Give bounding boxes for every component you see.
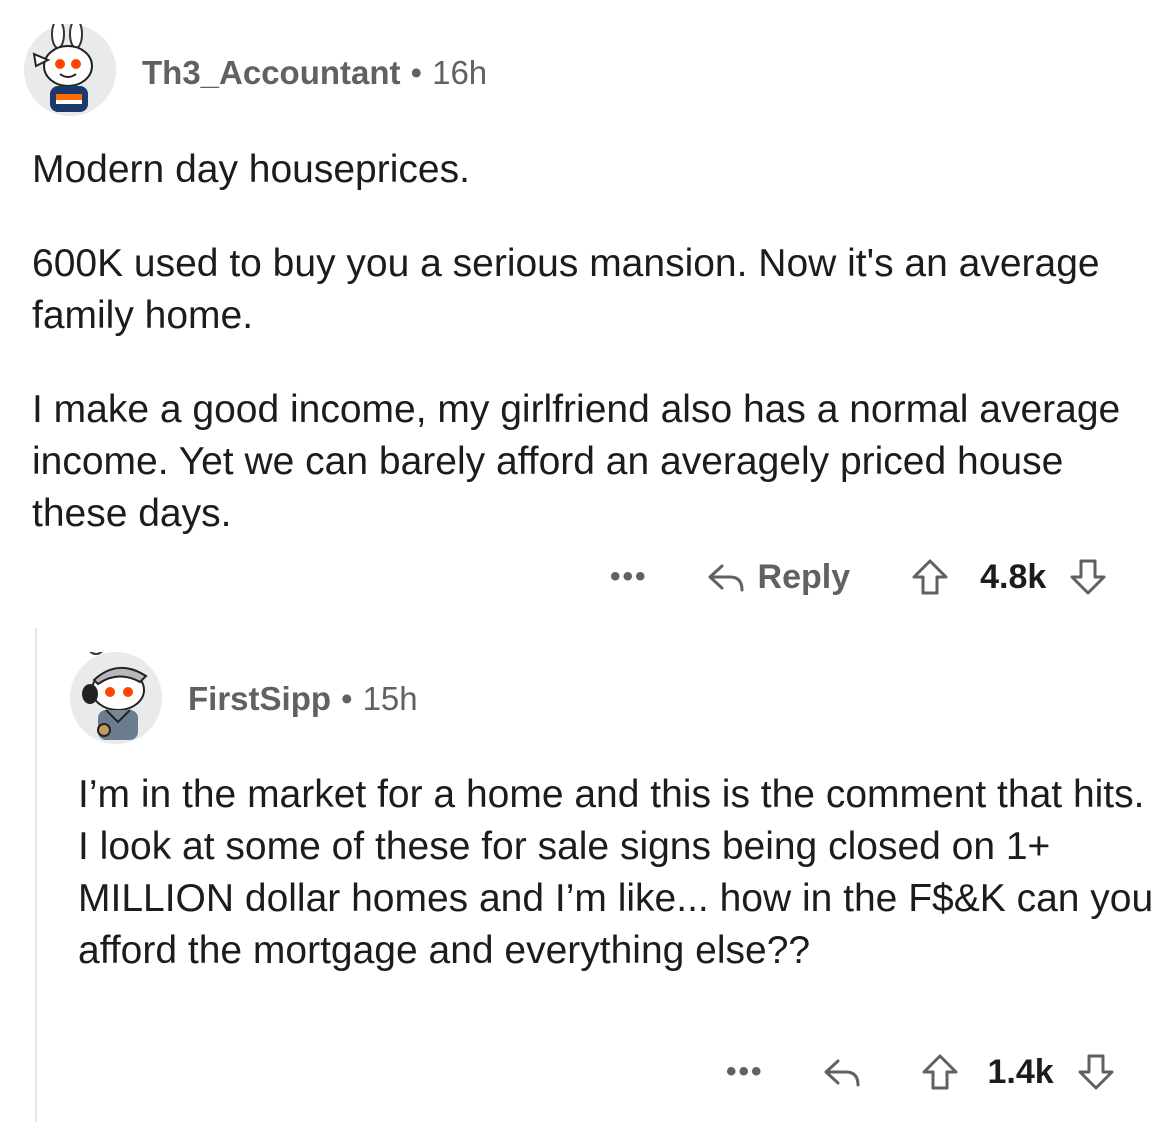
comment-paragraph: I’m in the market for a home and this is… [78, 773, 1154, 972]
reply-label: Reply [757, 557, 851, 596]
comment-paragraph: I make a good income, my girlfriend also… [32, 388, 1121, 535]
comment-paragraph: 600K used to buy you a serious mansion. … [32, 242, 1100, 337]
timestamp: 15h [362, 680, 418, 717]
more-options-button[interactable]: ••• [610, 560, 648, 594]
snoo-avatar-icon [70, 637, 162, 744]
separator-dot: • [341, 680, 353, 717]
username[interactable]: Th3_Accountant [142, 54, 401, 91]
thread-line[interactable] [35, 628, 37, 1122]
comment-body: Modern day houseprices. 600K used to buy… [32, 144, 1142, 582]
reply-button[interactable]: Reply [706, 557, 851, 597]
vote-count: 1.4k [987, 1052, 1054, 1091]
comment-body: I’m in the market for a home and this is… [78, 769, 1158, 977]
avatar[interactable] [24, 19, 116, 116]
more-options-button[interactable]: ••• [726, 1055, 764, 1089]
comment-paragraph: Modern day houseprices. [32, 148, 470, 191]
comment-meta: Th3_Accountant • 16h [142, 54, 487, 92]
avatar[interactable] [70, 637, 162, 744]
comment-meta: FirstSipp • 15h [188, 680, 418, 718]
reply-arrow-icon [706, 560, 746, 594]
separator-dot: • [410, 54, 423, 91]
downvote-arrow-icon[interactable] [1076, 1052, 1116, 1092]
timestamp: 16h [432, 54, 488, 91]
reply-arrow-icon[interactable] [822, 1055, 862, 1089]
upvote-arrow-icon[interactable] [920, 1052, 960, 1092]
snoo-avatar-icon [24, 19, 116, 116]
comment-actions: ••• Reply 4.8k [610, 552, 1108, 602]
vote-count: 4.8k [980, 557, 1047, 596]
username[interactable]: FirstSipp [188, 680, 331, 717]
downvote-arrow-icon[interactable] [1068, 557, 1108, 597]
comment-actions: ••• 1.4k [726, 1047, 1116, 1097]
upvote-arrow-icon[interactable] [910, 557, 950, 597]
